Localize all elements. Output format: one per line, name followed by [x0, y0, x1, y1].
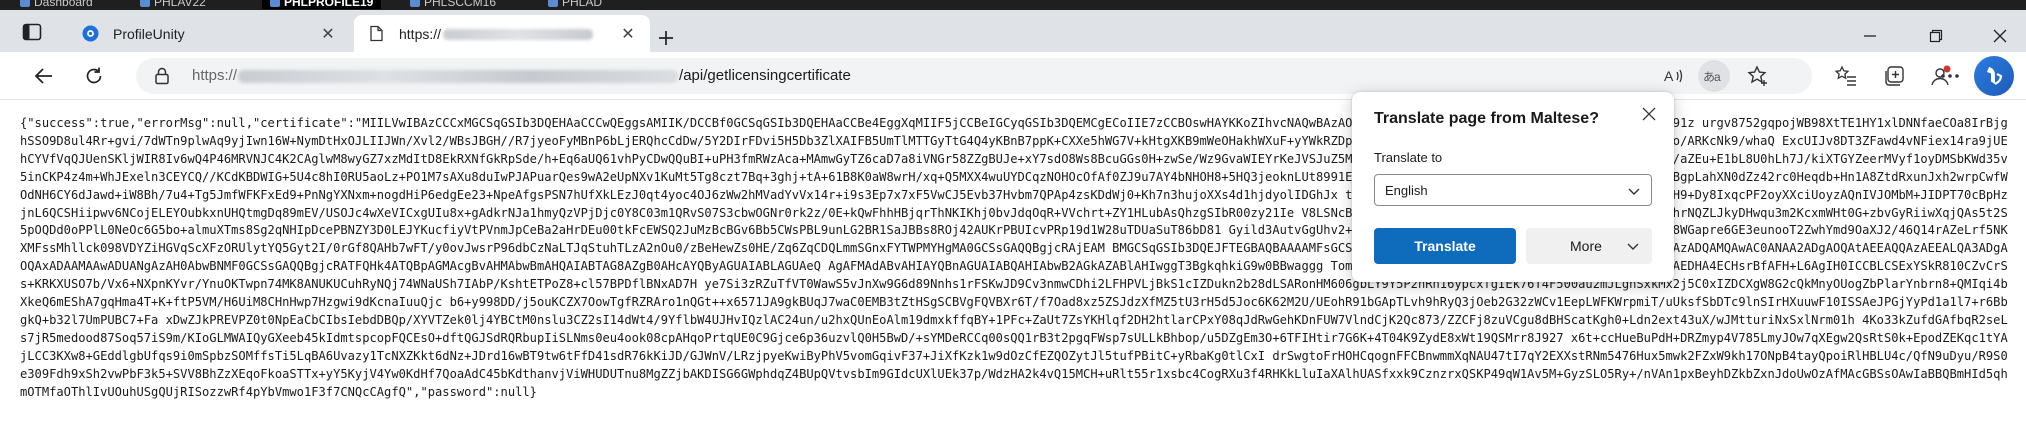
tab-close-icon[interactable]: ✕ — [314, 20, 342, 48]
restore-icon[interactable] — [1914, 20, 1958, 52]
read-aloud-icon[interactable]: A — [1658, 60, 1690, 92]
svg-text:a: a — [1714, 70, 1721, 84]
settings-more-icon[interactable] — [1934, 60, 1966, 92]
tab-profileunity[interactable]: ProfileUnity ✕ — [68, 15, 350, 52]
translate-to-label: Translate to — [1374, 150, 1443, 165]
selected-language: English — [1385, 183, 1428, 198]
favorite-icon — [410, 0, 420, 7]
tab-title: https:// — [399, 26, 614, 42]
favorite-dashboard[interactable]: Dashboard — [20, 0, 93, 9]
favorite-phlprofile19[interactable]: PHLPROFILE19 — [262, 0, 382, 9]
back-arrow-icon[interactable] — [28, 60, 60, 92]
tab-title: ProfileUnity — [113, 25, 185, 42]
favorite-label: PHLAV22 — [154, 0, 206, 9]
more-button[interactable]: More — [1526, 228, 1652, 264]
chevron-down-icon — [1627, 184, 1641, 203]
new-tab-icon[interactable] — [652, 24, 680, 52]
page-content: {"success":true,"errorMsg":null,"certifi… — [0, 101, 2026, 435]
refresh-icon[interactable] — [78, 60, 110, 92]
browser-toolbar: https:// /api/getlicensingcertificate A あ… — [0, 52, 2026, 100]
favorite-phlav22[interactable]: PHLAV22 — [140, 0, 206, 9]
tab-actions-icon[interactable] — [22, 23, 42, 41]
favorite-icon — [548, 0, 558, 7]
language-select[interactable]: English — [1374, 174, 1652, 206]
url-path: /api/getlicensingcertificate — [679, 67, 851, 84]
redacted-host — [238, 69, 679, 83]
url-scheme: https:// — [192, 67, 238, 84]
copilot-icon[interactable] — [1974, 56, 2014, 96]
translate-popup: Translate page from Maltese? Translate t… — [1352, 92, 1674, 282]
close-icon[interactable] — [1638, 103, 1660, 125]
close-window-icon[interactable] — [1978, 20, 2022, 52]
favorites-bar: Dashboard PHLAV22 PHLPROFILE19 PHLSCCM16… — [0, 0, 2026, 10]
more-button-label: More — [1570, 238, 1602, 254]
collections-icon[interactable] — [1878, 60, 1910, 92]
page-icon — [370, 25, 383, 42]
translate-icon[interactable]: あa — [1698, 60, 1730, 92]
favorite-icon — [270, 0, 280, 7]
favorite-icon — [140, 0, 150, 7]
favorites-icon[interactable] — [1830, 60, 1862, 92]
address-bar[interactable]: https:// /api/getlicensingcertificate A あ… — [136, 58, 1812, 94]
profileunity-favicon — [82, 25, 99, 42]
favorite-label: PHLSCCM16 — [424, 0, 497, 9]
add-favorite-icon[interactable] — [1742, 60, 1774, 92]
favorite-label: PHLPROFILE19 — [284, 0, 374, 9]
favorite-icon — [20, 0, 30, 7]
minimize-icon[interactable] — [1848, 20, 1892, 52]
favorite-phlad[interactable]: PHLAD — [548, 0, 602, 9]
tab-api-certificate[interactable]: https:// ✕ — [354, 15, 650, 52]
favorite-label: PHLAD — [562, 0, 603, 9]
tab-strip: ProfileUnity ✕ https:// ✕ — [0, 10, 2026, 52]
lock-icon[interactable] — [154, 67, 170, 90]
url-text: https:// /api/getlicensingcertificate — [192, 67, 851, 84]
translate-button[interactable]: Translate — [1374, 228, 1516, 264]
tab-close-icon[interactable]: ✕ — [614, 20, 642, 48]
chevron-down-icon — [1626, 239, 1640, 256]
translate-popup-title: Translate page from Maltese? — [1374, 110, 1599, 127]
json-response-text: {"success":true,"errorMsg":null,"certifi… — [20, 116, 2008, 399]
svg-text:A: A — [1664, 68, 1674, 84]
redacted-url — [443, 29, 594, 41]
favorite-phlsccm16[interactable]: PHLSCCM16 — [410, 0, 496, 9]
favorite-label: Dashboard — [34, 0, 93, 9]
